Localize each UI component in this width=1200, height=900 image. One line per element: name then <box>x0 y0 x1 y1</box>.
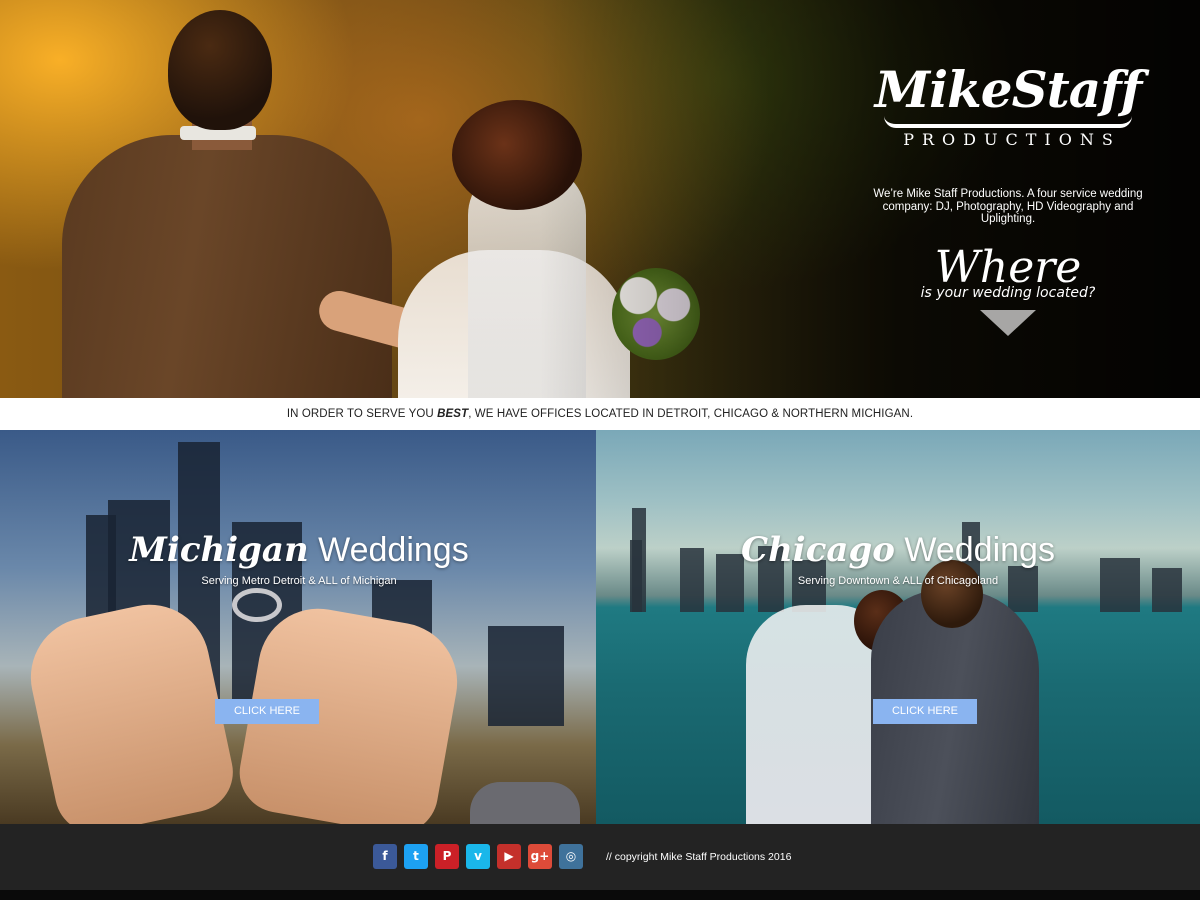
michigan-click-here-button[interactable]: CLICK HERE <box>215 699 319 724</box>
googleplus-icon[interactable]: g+ <box>528 844 552 869</box>
youtube-icon[interactable]: ▶ <box>497 844 521 869</box>
where-heading: Where is your wedding located? <box>900 244 1116 336</box>
photo-sleeve <box>470 782 580 824</box>
down-triangle-icon[interactable] <box>980 310 1036 336</box>
offices-strip: IN ORDER TO SERVE YOU BEST, WE HAVE OFFI… <box>0 398 1200 430</box>
michigan-title: Michigan Weddings <box>0 530 598 570</box>
michigan-title-plain: Weddings <box>308 531 469 569</box>
chicago-title-plain: Weddings <box>894 531 1055 569</box>
footer-bottom-bar <box>0 890 1200 900</box>
photo-groom-head <box>921 560 983 628</box>
strip-text-before: IN ORDER TO SERVE YOU <box>286 408 438 420</box>
hero-banner: MikeStaff PRODUCTIONS We’re Mike Staff P… <box>0 0 1200 398</box>
michigan-panel[interactable]: Michigan Weddings Serving Metro Detroit … <box>0 430 598 824</box>
logo-main-text: MikeStaff <box>874 60 1142 119</box>
logo-sub-text: PRODUCTIONS <box>903 130 1121 149</box>
footer: f t P v ▶ g+ ◎ // copyright Mike Staff P… <box>0 824 1200 890</box>
michigan-subtitle: Serving Metro Detroit & ALL of Michigan <box>201 575 397 587</box>
instagram-icon[interactable]: ◎ <box>559 844 583 869</box>
chicago-subtitle: Serving Downtown & ALL of Chicagoland <box>797 575 999 587</box>
michigan-title-script: Michigan <box>129 530 309 570</box>
where-subtitle: is your wedding located? <box>920 285 1096 301</box>
copyright-text: // copyright Mike Staff Productions 2016 <box>606 851 792 863</box>
chicago-panel[interactable]: Chicago Weddings Serving Downtown & ALL … <box>596 430 1200 824</box>
brand-logo[interactable]: MikeStaff PRODUCTIONS <box>860 60 1156 149</box>
photo-ring <box>232 588 282 622</box>
chicago-click-here-button[interactable]: CLICK HERE <box>873 699 977 724</box>
strip-text-after: , WE HAVE OFFICES LOCATED IN DETROIT, CH… <box>468 408 914 420</box>
social-links: f t P v ▶ g+ ◎ <box>373 844 583 869</box>
skyline-building <box>1008 566 1038 612</box>
skyline-building <box>488 626 564 726</box>
strip-emphasis: BEST <box>437 408 469 420</box>
vimeo-icon[interactable]: v <box>466 844 490 869</box>
facebook-icon[interactable]: f <box>373 844 397 869</box>
intro-text: We’re Mike Staff Productions. A four ser… <box>873 188 1143 225</box>
chicago-title-script: Chicago <box>741 530 895 570</box>
chicago-title: Chicago Weddings <box>596 530 1200 570</box>
twitter-icon[interactable]: t <box>404 844 428 869</box>
pinterest-icon[interactable]: P <box>435 844 459 869</box>
